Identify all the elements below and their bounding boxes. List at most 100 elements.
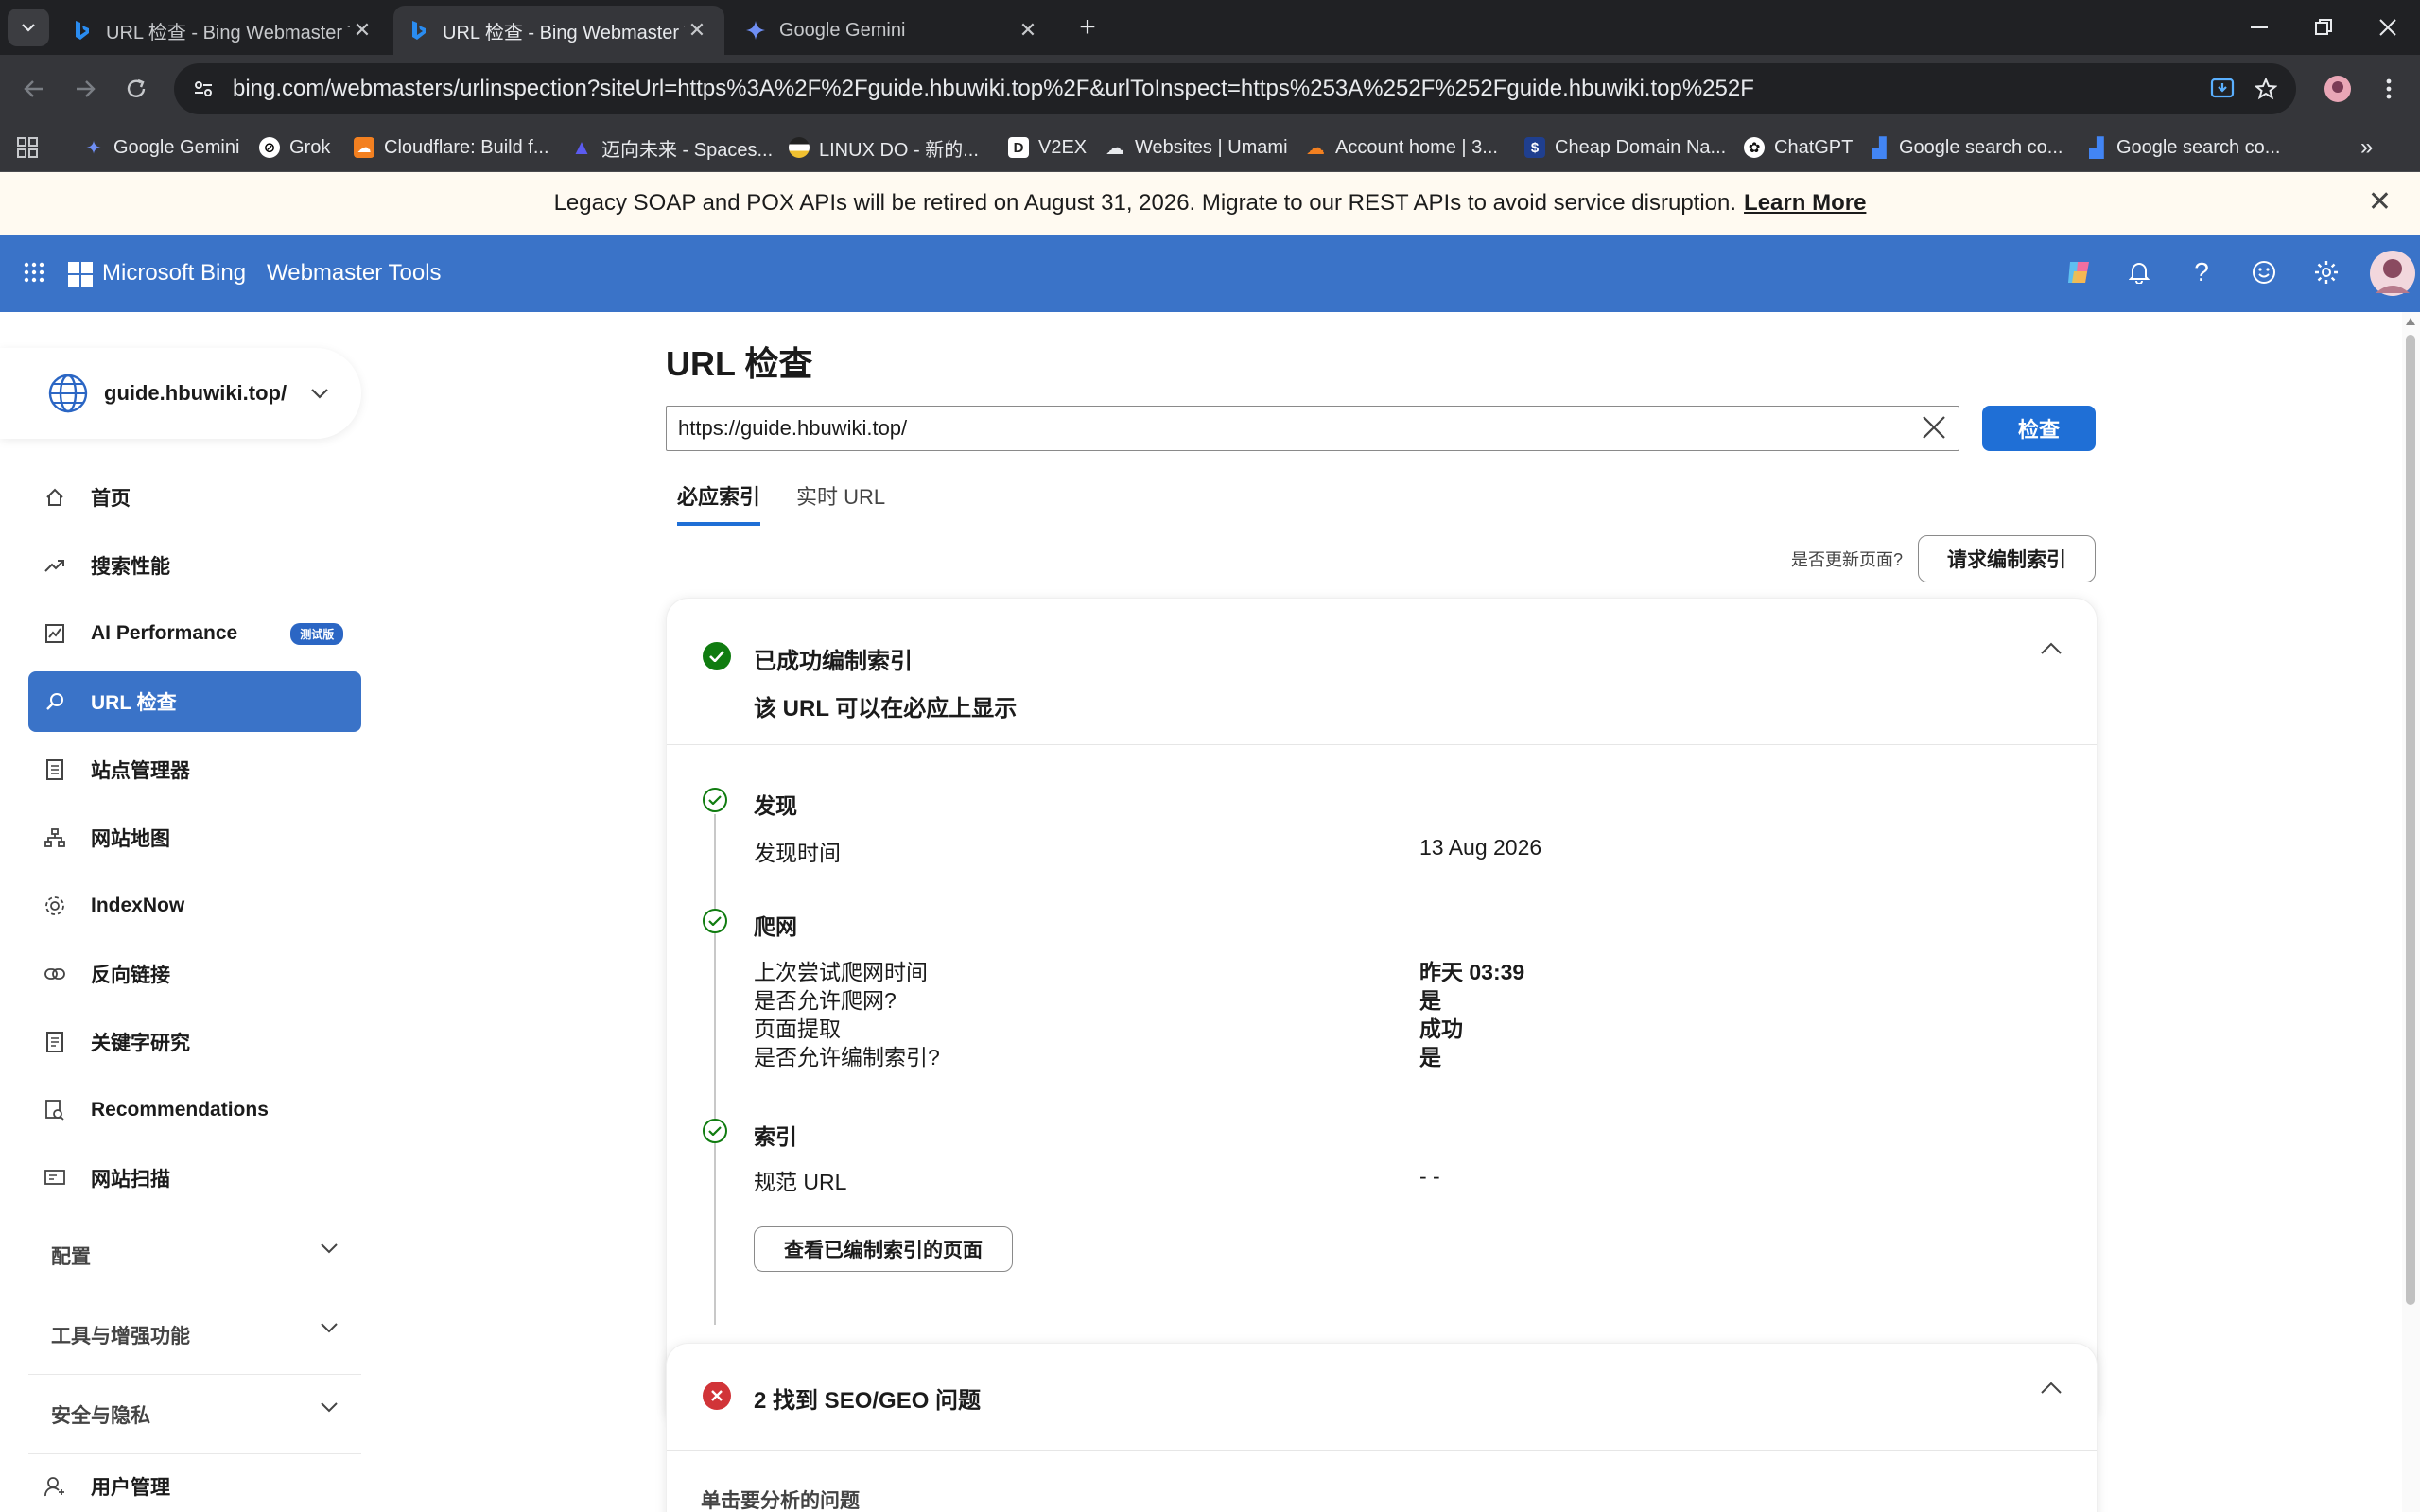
browser-tab-2[interactable]: URL 检查 - Bing Webmaster T ✕ (393, 6, 724, 55)
crawl-allowed-value: 是 (1419, 988, 1441, 1013)
page-fetch-label: 页面提取 (754, 1017, 841, 1041)
scroll-up-arrow-icon[interactable] (2406, 318, 2415, 325)
scan-icon (44, 1167, 66, 1190)
bookmark-7[interactable]: ☁ Account home | 3... (1305, 123, 1498, 172)
minimize-button[interactable] (2226, 0, 2292, 55)
more-bookmarks-button[interactable]: » (2360, 123, 2373, 172)
install-app-button[interactable] (2202, 68, 2243, 110)
bookmark-8[interactable]: $ Cheap Domain Na... (1524, 123, 1726, 172)
chatgpt-icon: ✿ (1744, 137, 1765, 158)
bookmark-3[interactable]: ▲ 迈向未来 - Spaces... (571, 123, 773, 172)
brand-name[interactable]: Microsoft Bing (102, 260, 246, 287)
bookmark-11[interactable]: ▟ Google search co... (2086, 123, 2280, 172)
view-indexed-page-button[interactable]: 查看已编制索引的页面 (754, 1226, 1013, 1272)
page-scrollbar[interactable] (2402, 312, 2420, 1512)
chevron-up-icon[interactable] (2040, 1382, 2063, 1395)
feedback-button[interactable] (2245, 253, 2283, 291)
restore-button[interactable] (2290, 0, 2357, 55)
app-header: Microsoft Bing Webmaster Tools ? (0, 235, 2420, 312)
browser-tab-3[interactable]: Google Gemini ✕ (730, 6, 1055, 55)
card-divider (667, 744, 2097, 745)
timeline-line (714, 814, 716, 1325)
bookmark-10[interactable]: ▟ Google search co... (1869, 123, 2063, 172)
sidebar-item-site-scan[interactable]: 网站扫描 (28, 1148, 361, 1208)
banner-learn-more-link[interactable]: Learn More (1744, 190, 1866, 217)
document-icon (44, 758, 66, 781)
linuxdo-icon (789, 137, 810, 158)
sidebar-item-site-explorer[interactable]: 站点管理器 (28, 739, 361, 800)
new-tab-button[interactable]: + (1057, 0, 1118, 55)
notifications-button[interactable] (2120, 253, 2158, 291)
browser-tab-1[interactable]: URL 检查 - Bing Webmaster T ✕ (57, 6, 390, 55)
index-status-subtitle: 该 URL 可以在必应上显示 (754, 696, 1018, 721)
address-url: bing.com/webmasters/urlinspection?siteUr… (233, 76, 1754, 101)
inspect-button[interactable]: 检查 (1982, 406, 2096, 451)
chevron-up-icon[interactable] (2040, 642, 2063, 655)
bookmark-1[interactable]: ⊘ Grok (259, 123, 330, 172)
sidebar-item-url-inspection[interactable]: URL 检查 (28, 671, 361, 732)
request-indexing-button[interactable]: 请求编制索引 (1918, 535, 2096, 582)
tab-live-url[interactable]: 实时 URL (796, 480, 885, 526)
sidebar-item-user-management[interactable]: 用户管理 (28, 1456, 361, 1512)
tab-close-icon[interactable]: ✕ (350, 18, 374, 43)
sitemap-icon (44, 826, 66, 849)
indexing-allowed-label: 是否允许编制索引? (754, 1045, 940, 1069)
sidebar-item-backlinks[interactable]: 反向链接 (28, 944, 361, 1004)
tab-bing-index[interactable]: 必应索引 (677, 480, 761, 526)
bookmark-9[interactable]: ✿ ChatGPT (1744, 123, 1853, 172)
tab-close-icon[interactable]: ✕ (685, 18, 709, 43)
step-check-icon (703, 788, 727, 812)
cloud-icon: ☁ (1106, 137, 1124, 159)
profile-avatar[interactable] (2317, 68, 2359, 110)
sidebar-item-sitemaps[interactable]: 网站地图 (28, 808, 361, 868)
url-input-value: https://guide.hbuwiki.top/ (678, 416, 908, 440)
app-launcher-button[interactable] (15, 253, 53, 291)
apps-button[interactable] (17, 123, 38, 172)
seo-issues-title[interactable]: 2 找到 SEO/GEO 问题 (754, 1382, 981, 1415)
close-window-button[interactable] (2355, 0, 2420, 55)
bookmark-6[interactable]: ☁ Websites | Umami (1105, 123, 1288, 172)
user-icon (44, 1475, 66, 1498)
sidebar-item-keyword-research[interactable]: 关键字研究 (28, 1012, 361, 1072)
settings-button[interactable] (2307, 253, 2345, 291)
gemini-sparkle-icon (745, 20, 766, 41)
browser-menu-button[interactable] (2368, 68, 2410, 110)
bookmark-0[interactable]: ✦ Google Gemini (83, 123, 240, 172)
close-icon (2379, 19, 2396, 36)
help-button[interactable]: ? (2183, 253, 2220, 291)
avatar-icon (2324, 76, 2351, 102)
sidebar-item-search-performance[interactable]: 搜索性能 (28, 535, 361, 596)
sidebar-section-tools[interactable]: 工具与增强功能 (28, 1295, 361, 1375)
sidebar-item-ai-performance[interactable]: AI Performance 测试版 (28, 603, 361, 664)
chevron-down-icon (321, 1323, 338, 1333)
bookmark-star-button[interactable] (2245, 68, 2287, 110)
reload-button[interactable] (115, 68, 157, 110)
tab-search-button[interactable] (8, 9, 49, 46)
user-avatar[interactable] (2368, 246, 2417, 301)
copilot-button[interactable] (2060, 253, 2098, 291)
banner-close-icon[interactable]: ✕ (2368, 185, 2392, 218)
double-chevron-right-icon: » (2360, 134, 2374, 160)
site-selector[interactable]: guide.hbuwiki.top/ (0, 348, 361, 439)
bookmark-4[interactable]: LINUX DO - 新的... (789, 123, 979, 172)
back-button[interactable] (13, 68, 55, 110)
cloudflare-icon: ☁ (354, 137, 374, 158)
sidebar-section-configuration[interactable]: 配置 (28, 1216, 361, 1295)
sidebar-item-recommendations[interactable]: Recommendations (28, 1080, 361, 1140)
url-input[interactable]: https://guide.hbuwiki.top/ (666, 406, 1959, 451)
scrollbar-thumb[interactable] (2406, 335, 2415, 1305)
close-icon[interactable] (1921, 414, 1947, 441)
sidebar-item-indexnow[interactable]: IndexNow (28, 876, 361, 936)
tab-close-icon[interactable]: ✕ (1016, 18, 1040, 43)
crawl-title: 爬网 (754, 914, 797, 939)
sidebar-item-home[interactable]: 首页 (28, 467, 361, 528)
bookmark-2[interactable]: ☁ Cloudflare: Build f... (354, 123, 549, 172)
forward-button[interactable] (64, 68, 106, 110)
bookmark-5[interactable]: D V2EX (1008, 123, 1087, 172)
product-name[interactable]: Webmaster Tools (267, 260, 442, 287)
site-settings-icon[interactable] (193, 78, 214, 99)
discovery-time-value: 13 Aug 2026 (1419, 835, 1542, 860)
sidebar-section-security[interactable]: 安全与隐私 (28, 1375, 361, 1454)
address-bar[interactable]: bing.com/webmasters/urlinspection?siteUr… (174, 63, 2296, 114)
chevron-down-icon (321, 1243, 338, 1254)
